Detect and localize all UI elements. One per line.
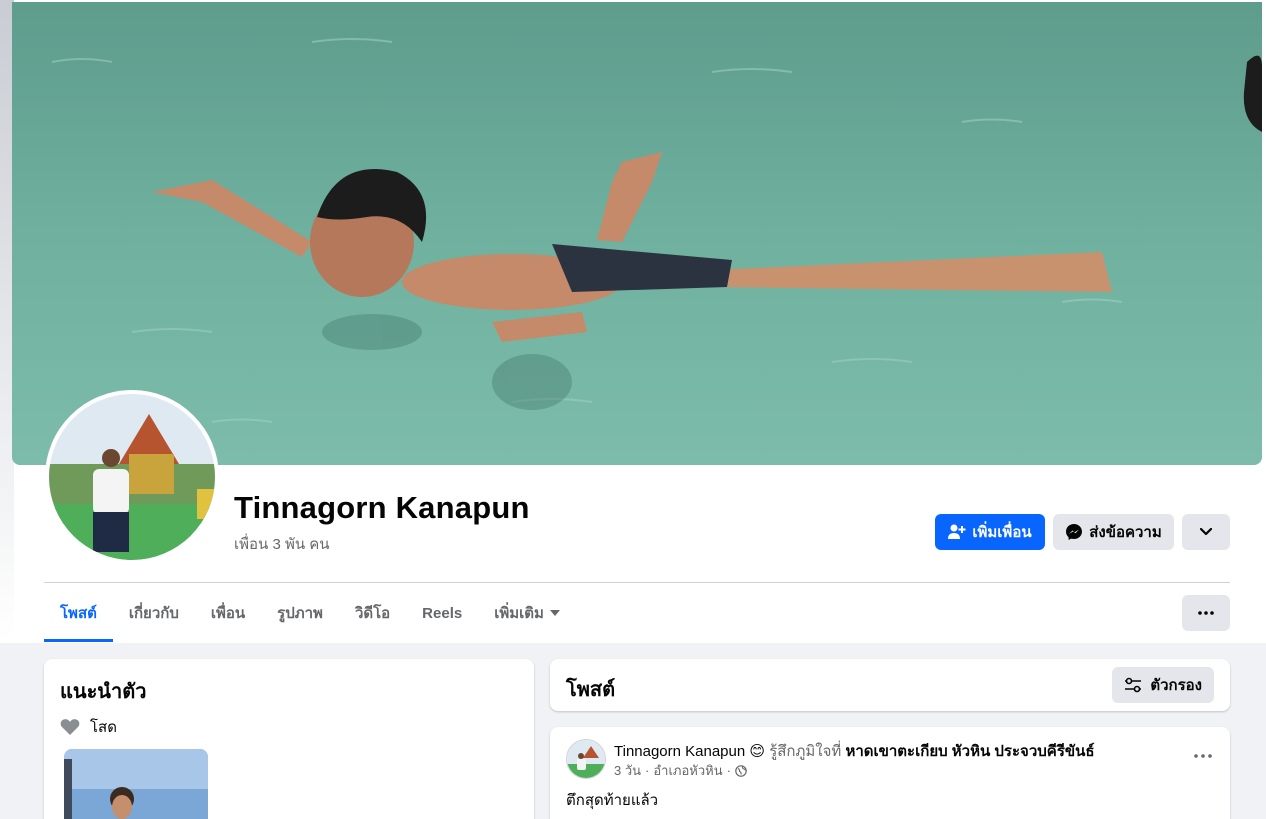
relationship-status-text: โสด [90,719,117,736]
post-text: ตึกสุดท้ายแล้ว [566,792,659,809]
profile-tabs: โพสต์ เกี่ยวกับ เพื่อน รูปภาพ วิดีโอ Ree… [44,584,576,642]
profile-name: Tinnagorn Kanapun [234,490,530,525]
profile-avatar-image [49,394,215,560]
post-options-button[interactable] [1194,745,1212,763]
featured-photo[interactable] [64,749,208,819]
intro-title: แนะนำตัว [60,681,147,703]
post-meta: 3 วัน · อำเภอหัวหิน · [614,760,747,781]
cover-photo-image [12,2,1262,465]
add-friend-label: เพิ่มเพื่อน [972,524,1032,541]
featured-photo-image [64,749,208,819]
tab-label: Reels [422,604,463,622]
post-place-link[interactable]: หาดเขาตะเกียบ หัวหิน ประจวบคีรีขันธ์ [845,743,1094,760]
person-add-icon [948,524,966,539]
add-friend-button[interactable]: เพิ่มเพื่อน [935,514,1045,550]
more-dots-icon [1194,754,1212,758]
friends-count[interactable]: เพื่อน 3 พัน คน [234,532,330,556]
tab-label: เกี่ยวกับ [128,605,179,622]
tab-videos[interactable]: วิดีโอ [339,584,406,642]
tab-more[interactable]: เพิ่มเติม [478,584,576,642]
posts-header-card: โพสต์ ตัวกรอง [550,659,1230,711]
profile-avatar[interactable] [45,390,219,564]
more-dots-icon [1198,611,1214,615]
post-author-avatar-image [567,740,605,778]
tab-about[interactable]: เกี่ยวกับ [113,584,195,642]
tab-posts[interactable]: โพสต์ [44,584,113,642]
filter-sliders-icon [1125,677,1142,693]
tab-friends[interactable]: เพื่อน [195,584,261,642]
tab-label: รูปภาพ [277,605,323,622]
tab-label: โพสต์ [60,605,97,622]
tab-label: เพื่อน [210,605,246,622]
message-button[interactable]: ส่งข้อความ [1053,514,1174,550]
tabs-more-button[interactable] [1182,595,1230,631]
header-divider [44,582,1230,583]
caret-down-icon [549,610,560,616]
profile-more-button[interactable] [1182,514,1230,550]
post-author-name[interactable]: Tinnagorn Kanapun [614,743,745,760]
post-card: Tinnagorn Kanapun 😊 รู้สึกภูมิใจที่ หาดเ… [550,727,1230,819]
tab-photos[interactable]: รูปภาพ [261,584,339,642]
filter-button[interactable]: ตัวกรอง [1112,667,1214,703]
chevron-down-icon [1200,528,1212,536]
intro-card: แนะนำตัว โสด [44,659,534,819]
meta-separator: · [645,763,650,778]
tab-reels[interactable]: Reels [406,584,478,642]
feeling-emoji: 😊 [749,743,766,760]
feeling-text: รู้สึกภูมิใจที่ [769,743,842,760]
post-author-avatar[interactable] [566,739,606,779]
posts-title: โพสต์ [566,679,616,701]
filter-label: ตัวกรอง [1150,677,1202,694]
relationship-status: โสด [60,715,117,739]
meta-separator: · [726,763,731,778]
heart-icon [60,719,80,735]
post-time[interactable]: 3 วัน [614,760,641,781]
message-label: ส่งข้อความ [1089,524,1162,541]
tab-label: เพิ่มเติม [494,605,544,622]
cover-photo[interactable] [12,2,1262,465]
post-location[interactable]: อำเภอหัวหิน [653,760,722,781]
messenger-icon [1066,524,1083,540]
tab-label: วิดีโอ [354,605,391,622]
globe-icon [735,764,747,777]
